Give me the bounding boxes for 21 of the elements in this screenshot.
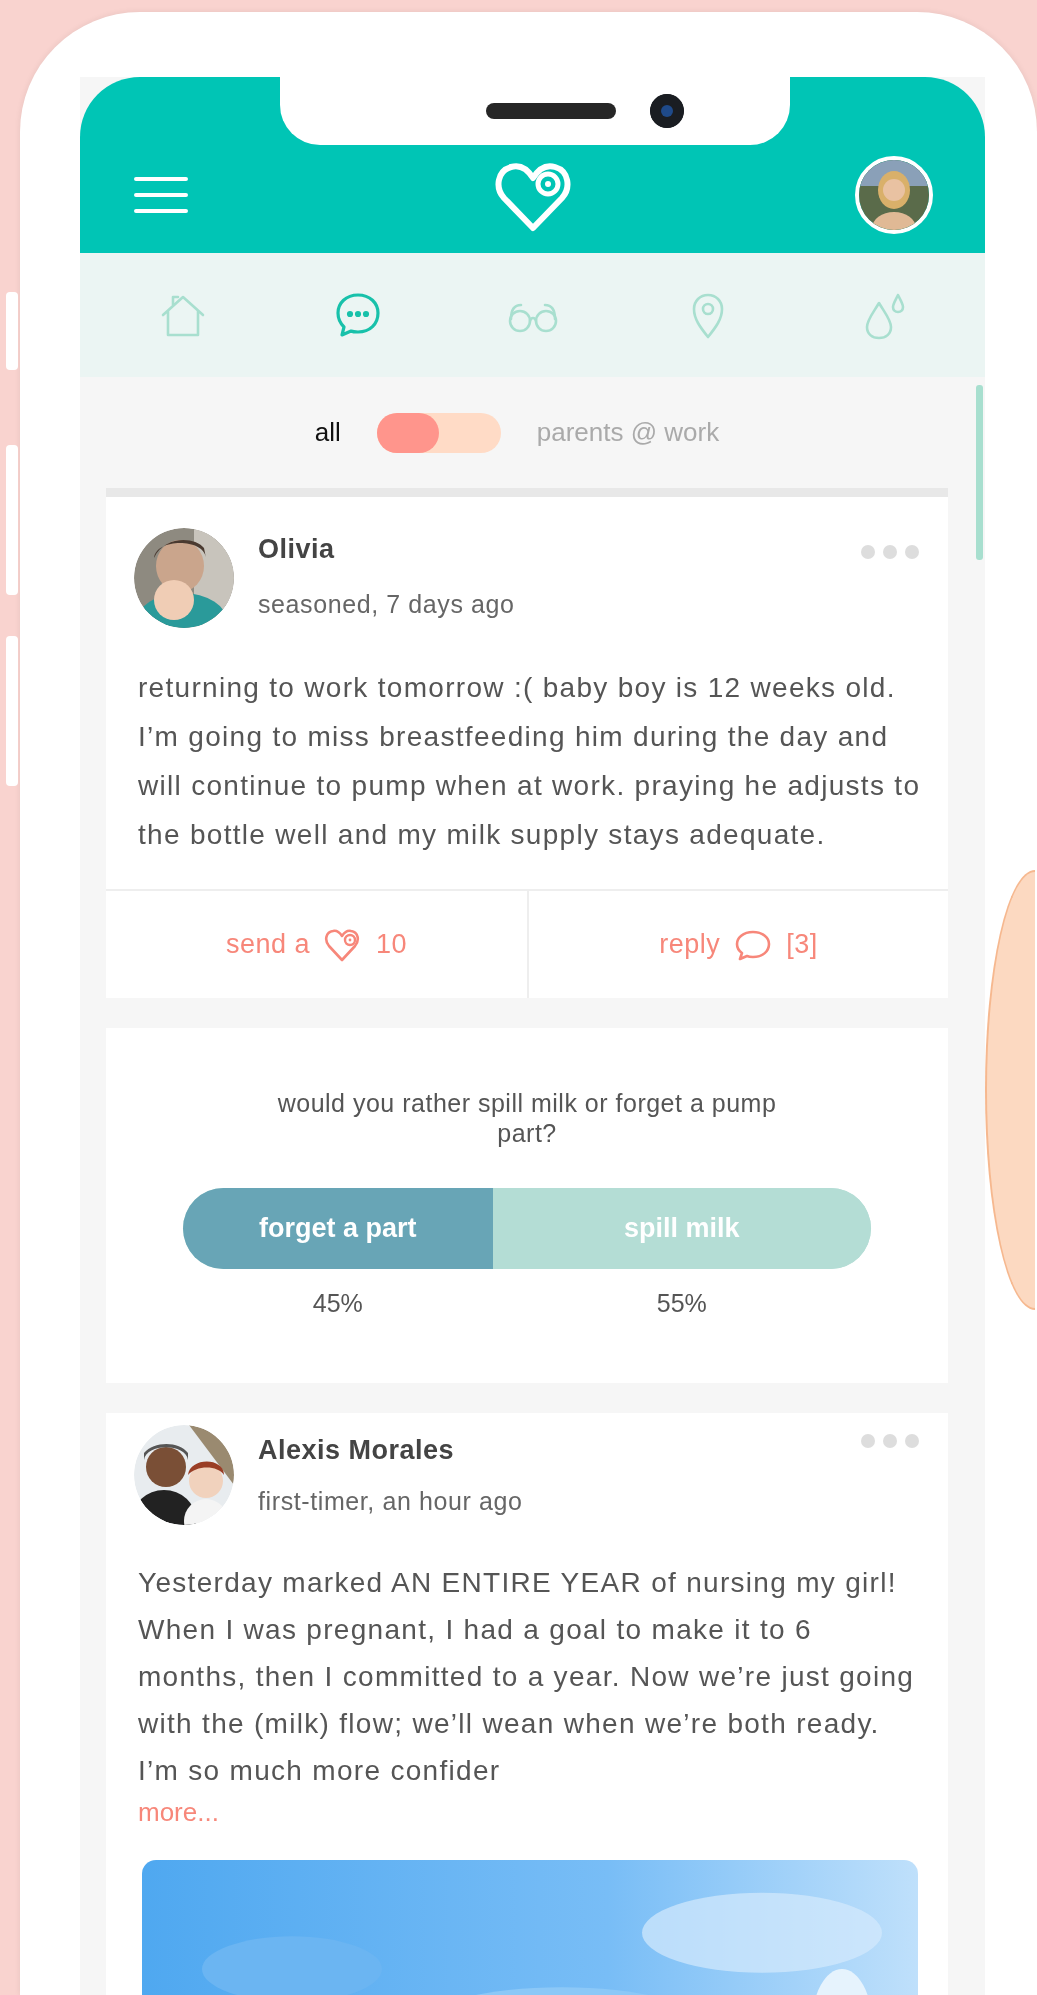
post-text: returning to work tomorrow :( baby boy is 12 weeks old. I’m going to miss breastfeeding him during the day and will continue to pump when at work. praying he adjusts to the bottle well and my milk supply stays adequate.: [137, 671, 922, 852]
author-name[interactable]: Alexis Morales: [258, 1433, 523, 1467]
more-options-icon[interactable]: [860, 544, 920, 560]
poll-option[interactable]: forget a part: [183, 1188, 493, 1269]
toggle-switch[interactable]: [376, 412, 501, 453]
speech-bubble-icon: [734, 928, 773, 961]
filter-option[interactable]: all: [314, 417, 341, 448]
more-options-icon[interactable]: [860, 1433, 920, 1449]
post-meta: first-timer, an hour ago: [258, 1486, 523, 1517]
more-link[interactable]: more...: [138, 1794, 219, 1830]
scroll-bar[interactable]: [976, 385, 983, 560]
heart-pin-icon: [324, 926, 362, 963]
post-meta: seasoned, 7 days ago: [258, 589, 515, 620]
poll-question: would you rather spill milk or forget a pump part?: [276, 1088, 778, 1148]
poll-percentage: 45%: [312, 1289, 363, 1318]
author-name[interactable]: Olivia: [258, 532, 515, 566]
menu-icon[interactable]: [133, 175, 189, 215]
poll-percentage: 55%: [656, 1289, 707, 1318]
filter-option[interactable]: parents @ work: [536, 417, 720, 448]
camera-lens: [650, 94, 684, 128]
post-text: Yesterday marked AN ENTIRE YEAR of nursing my girl! When I was pregnant, I had a goal to make it to 6 months, then I committed to a year. Now we’re just going with the (milk) flow; we’ll wean when we’re both ready. I’m so much more confider: [137, 1566, 916, 1788]
